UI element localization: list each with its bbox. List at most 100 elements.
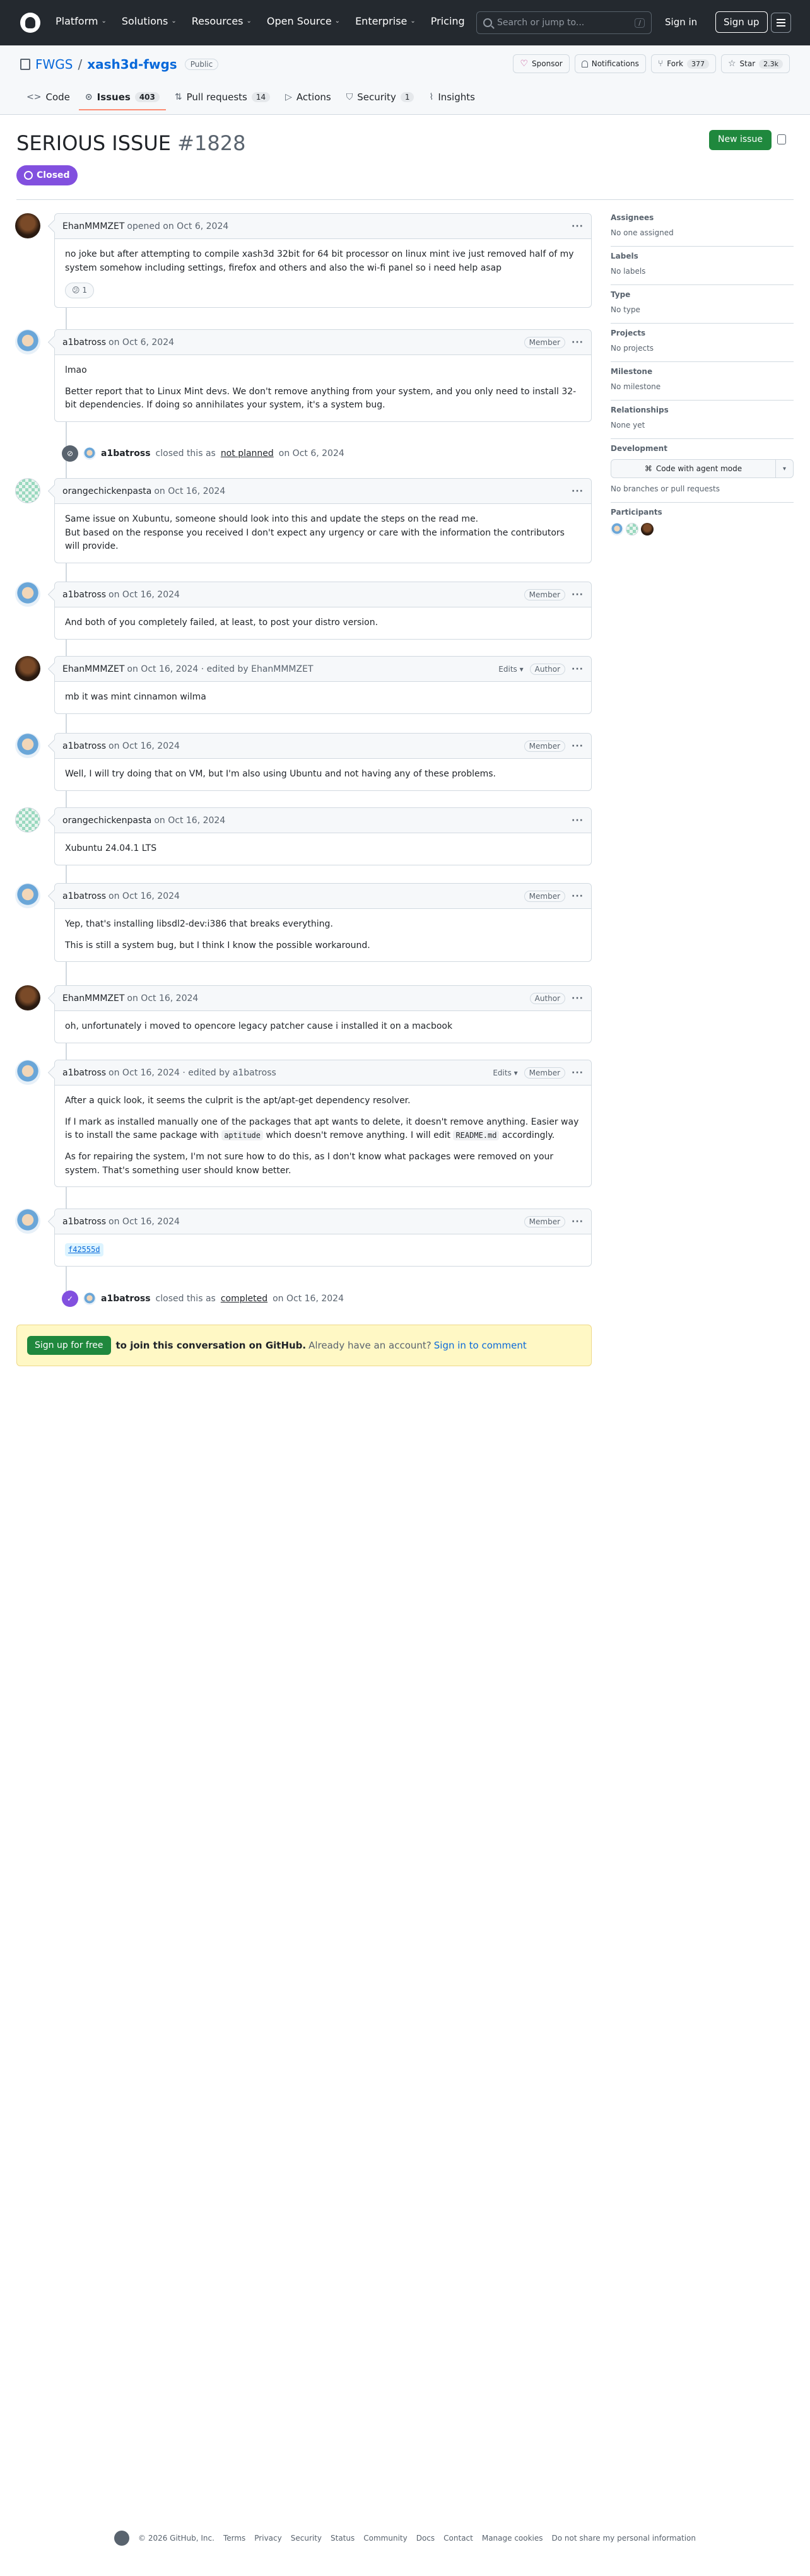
kebab-horizontal-icon[interactable]: ···	[572, 337, 584, 348]
sidebar-labels-title[interactable]: Labels	[611, 252, 794, 261]
github-mark-icon[interactable]	[114, 2531, 129, 2546]
nav-enterprise[interactable]: Enterprise ⌄	[355, 15, 416, 27]
sign-up-button[interactable]: Sign up	[715, 11, 768, 33]
github-logo-icon[interactable]	[20, 13, 40, 33]
sidebar-projects-title[interactable]: Projects	[611, 329, 794, 337]
comment-author-link[interactable]: EhanMMMZET	[62, 221, 124, 231]
kebab-horizontal-icon[interactable]: ···	[572, 993, 584, 1004]
copy-icon[interactable]	[777, 134, 786, 144]
tab-security[interactable]: ⛉ Security 1	[340, 86, 421, 108]
event-avatar[interactable]	[83, 1292, 96, 1305]
avatar[interactable]	[15, 582, 40, 607]
comment-author-link[interactable]: orangechickenpasta	[62, 816, 151, 826]
sidebar-type-title[interactable]: Type	[611, 290, 794, 299]
footer-link[interactable]: Contact	[443, 2534, 473, 2543]
nav-pricing[interactable]: Pricing	[431, 15, 465, 27]
comment-author-link[interactable]: a1batross	[62, 741, 106, 751]
footer-link[interactable]: Manage cookies	[482, 2534, 543, 2543]
footer-copyright: © 2026 GitHub, Inc.	[138, 2534, 214, 2543]
sponsor-button[interactable]: ♡ Sponsor	[513, 54, 570, 73]
comment-header-actions: Edits ▾ Member ···	[493, 1067, 584, 1079]
comment-author-link[interactable]: a1batross	[62, 891, 106, 901]
comment-author-link[interactable]: EhanMMMZET	[62, 993, 124, 1004]
sidebar-relationships-title[interactable]: Relationships	[611, 406, 794, 414]
commit-link[interactable]: f42555d	[65, 1243, 103, 1256]
repo-owner-link[interactable]: FWGS	[35, 57, 73, 72]
avatar[interactable]	[15, 733, 40, 758]
participant-avatar[interactable]	[641, 523, 654, 536]
avatar[interactable]	[15, 656, 40, 681]
comment-author-link[interactable]: a1batross	[62, 1217, 106, 1227]
avatar[interactable]	[15, 478, 40, 503]
nav-resources[interactable]: Resources ⌄	[192, 15, 252, 27]
tab-code[interactable]: <> Code	[20, 86, 76, 108]
menu-icon[interactable]	[771, 13, 791, 33]
kebab-horizontal-icon[interactable]: ···	[572, 816, 584, 826]
kebab-horizontal-icon[interactable]: ···	[572, 1068, 584, 1078]
sidebar-milestone: Milestone No milestone	[611, 362, 794, 401]
kebab-horizontal-icon[interactable]: ···	[572, 664, 584, 674]
kebab-horizontal-icon[interactable]: ···	[572, 741, 584, 751]
avatar[interactable]	[15, 1060, 40, 1085]
notifications-button[interactable]: Notifications	[574, 54, 646, 73]
edits-dropdown[interactable]: Edits ▾	[493, 1068, 517, 1077]
edits-dropdown[interactable]: Edits ▾	[498, 665, 523, 674]
participant-avatar[interactable]	[611, 523, 623, 536]
avatar[interactable]	[15, 807, 40, 833]
agent-main[interactable]: ⌘ Code with agent mode	[611, 460, 775, 477]
star-button[interactable]: ☆ Star 2.3k	[720, 54, 790, 73]
avatar[interactable]	[15, 213, 40, 238]
footer-link[interactable]: Docs	[416, 2534, 435, 2543]
tab-actions[interactable]: ▷ Actions	[279, 86, 338, 108]
comment-author-link[interactable]: a1batross	[62, 337, 106, 348]
tab-pull-requests[interactable]: ⇅ Pull requests 14	[168, 86, 276, 108]
avatar[interactable]	[15, 329, 40, 354]
avatar[interactable]	[15, 883, 40, 908]
comment-author-link[interactable]: EhanMMMZET	[62, 664, 124, 674]
kebab-horizontal-icon[interactable]: ···	[572, 221, 584, 231]
comment-author-link[interactable]: a1batross	[62, 1068, 106, 1078]
sign-up-free-button[interactable]: Sign up for free	[27, 1336, 111, 1355]
repo-name-link[interactable]: xash3d-fwgs	[87, 57, 177, 72]
comment-paragraph: After a quick look, it seems the culprit…	[65, 1096, 411, 1106]
comment-timestamp: on Oct 16, 2024	[127, 993, 199, 1004]
comment-body: Yep, that's installing libsdl2-dev:i386 …	[55, 909, 591, 961]
event-state-link[interactable]: completed	[221, 1294, 267, 1304]
code-with-agent-button[interactable]: ⌘ Code with agent mode ▾	[611, 459, 794, 478]
footer-link[interactable]: Terms	[223, 2534, 245, 2543]
kebab-horizontal-icon[interactable]: ···	[572, 1217, 584, 1227]
event-user-link[interactable]: a1batross	[101, 448, 151, 459]
comment: orangechickenpasta on Oct 16, 2024 ··· Same…	[54, 478, 592, 564]
footer-link[interactable]: Security	[291, 2534, 322, 2543]
avatar[interactable]	[15, 1209, 40, 1234]
sign-in-to-comment-link[interactable]: Sign in to comment	[434, 1340, 527, 1351]
nav-platform[interactable]: Platform ⌄	[56, 15, 107, 27]
event-user-link[interactable]: a1batross	[101, 1294, 151, 1304]
reaction-button[interactable]: 😕 1	[65, 283, 94, 298]
fork-button[interactable]: ⑂ Fork 377	[650, 54, 716, 73]
kebab-horizontal-icon[interactable]: ···	[572, 891, 584, 901]
participant-avatar[interactable]	[626, 523, 638, 536]
sidebar-milestone-title[interactable]: Milestone	[611, 367, 794, 376]
tab-issues[interactable]: ⊙ Issues 403	[78, 86, 166, 110]
footer-link[interactable]: Status	[331, 2534, 355, 2543]
avatar[interactable]	[15, 985, 40, 1010]
comment-author-link[interactable]: orangechickenpasta	[62, 486, 151, 496]
footer-link[interactable]: Privacy	[254, 2534, 281, 2543]
event-state-link[interactable]: not planned	[221, 448, 274, 459]
footer-link[interactable]: Community	[363, 2534, 407, 2543]
event-avatar[interactable]	[83, 447, 96, 460]
search-input[interactable]: Search or jump to... /	[476, 11, 652, 34]
kebab-horizontal-icon[interactable]: ···	[572, 486, 584, 496]
footer-link[interactable]: Do not share my personal information	[552, 2534, 696, 2543]
new-issue-button[interactable]: New issue	[709, 130, 772, 150]
tab-insights[interactable]: ⌇ Insights	[423, 86, 481, 108]
kebab-horizontal-icon[interactable]: ···	[572, 590, 584, 600]
sign-in-link[interactable]: Sign in	[665, 16, 697, 28]
chevron-down-icon[interactable]: ▾	[775, 460, 793, 477]
comment-author-link[interactable]: a1batross	[62, 590, 106, 600]
nav-open-source[interactable]: Open Source ⌄	[267, 15, 340, 27]
insights-icon: ⌇	[429, 92, 434, 102]
nav-solutions[interactable]: Solutions ⌄	[122, 15, 177, 27]
sidebar-assignees-title[interactable]: Assignees	[611, 213, 794, 222]
